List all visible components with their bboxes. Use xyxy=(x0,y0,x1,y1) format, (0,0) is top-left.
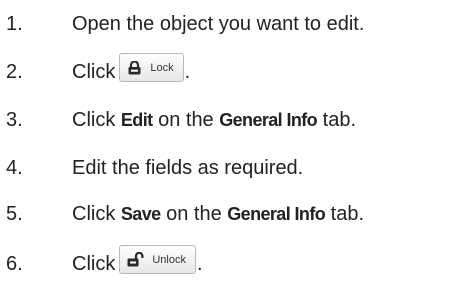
step-text: Click Lock . xyxy=(72,53,191,84)
general-info-label: General Info xyxy=(227,204,326,224)
step-5: 5. Click Save on the General Info tab. xyxy=(0,194,459,234)
step-3-end: tab. xyxy=(322,109,356,131)
unlock-button-label: Unlock xyxy=(152,253,186,266)
step-5-mid: on the xyxy=(166,203,222,225)
step-2-trail: . xyxy=(184,61,191,83)
lock-icon xyxy=(128,60,141,74)
step-3-lead: Click xyxy=(72,109,116,131)
step-2: 2. Click Lock . xyxy=(0,52,459,92)
step-number: 4. xyxy=(6,157,23,179)
step-number: 5. xyxy=(6,203,23,225)
step-text: Click Save on the General Info tab. xyxy=(72,202,364,226)
step-6-trail: . xyxy=(196,253,203,275)
unlock-button-image: Unlock xyxy=(119,245,196,274)
edit-label: Edit xyxy=(120,110,153,130)
step-text: Edit the fields as required. xyxy=(72,156,303,180)
unlock-icon xyxy=(127,252,144,267)
step-text: Click Unlock . xyxy=(72,245,203,276)
step-4: 4. Edit the fields as required. xyxy=(0,148,459,188)
step-5-lead: Click xyxy=(72,203,116,225)
step-number: 6. xyxy=(6,253,23,275)
step-6: 6. Click Unlock . xyxy=(0,244,459,284)
step-3-mid: on the xyxy=(158,109,214,131)
lock-button-label: Lock xyxy=(150,61,174,74)
step-1-text: Open the object you want to edit. xyxy=(72,13,365,35)
step-text: Click Edit on the General Info tab. xyxy=(72,108,356,132)
step-2-lead: Click xyxy=(72,61,116,83)
step-4-text: Edit the fields as required. xyxy=(72,157,304,179)
step-number: 3. xyxy=(6,109,23,131)
lock-button-image: Lock xyxy=(119,53,184,82)
step-5-end: tab. xyxy=(330,203,365,225)
step-number: 2. xyxy=(6,61,23,83)
step-1: 1. Open the object you want to edit. xyxy=(0,4,459,44)
save-label: Save xyxy=(120,204,161,224)
step-number: 1. xyxy=(6,13,23,35)
step-6-lead: Click xyxy=(72,253,116,275)
step-3: 3. Click Edit on the General Info tab. xyxy=(0,100,459,140)
step-text: Open the object you want to edit. xyxy=(72,12,364,36)
general-info-label: General Info xyxy=(219,110,318,130)
